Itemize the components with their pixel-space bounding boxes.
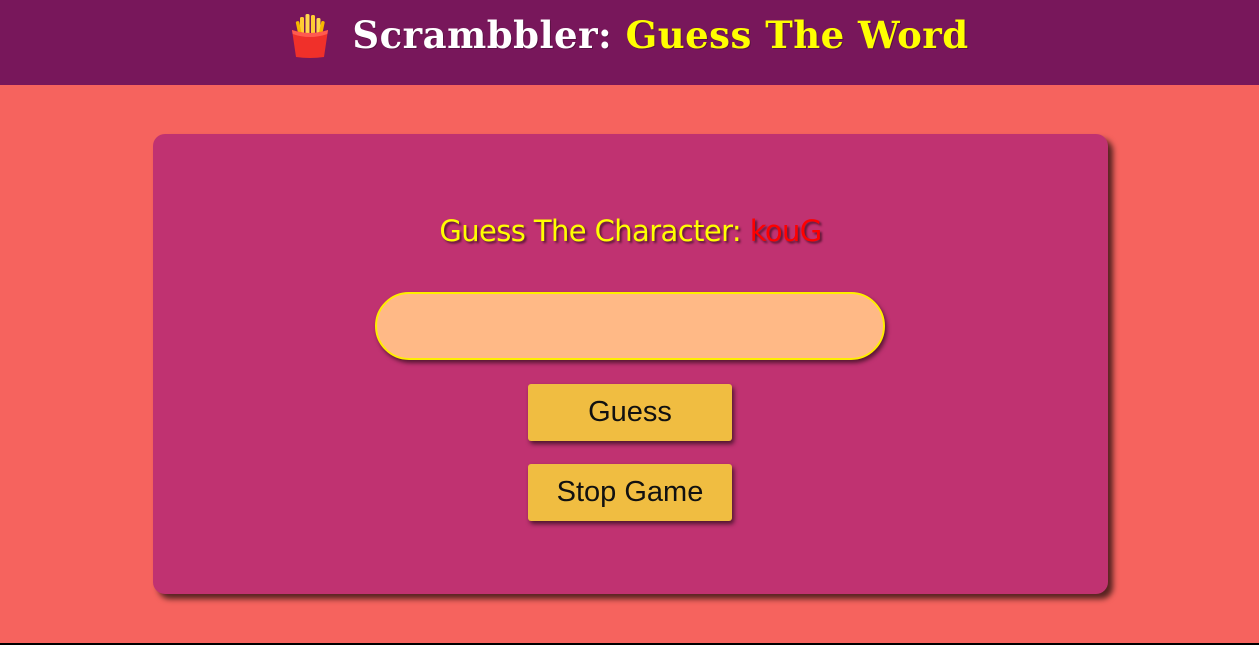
app-header: Scrambbler: Guess The Word (0, 0, 1259, 85)
french-fries-icon (292, 13, 329, 58)
stop-game-button[interactable]: Stop Game (528, 464, 732, 521)
scrambled-word: kouG (749, 214, 823, 248)
header-brand: Scrambbler: Guess The Word (290, 13, 968, 59)
game-card: Guess The Character: kouG Guess Stop Gam… (153, 134, 1108, 594)
prompt-label: Guess The Character: (439, 214, 742, 248)
guess-input[interactable] (375, 292, 885, 360)
app-title-prefix: Scrambbler: (352, 13, 613, 57)
guess-button[interactable]: Guess (528, 384, 732, 441)
guess-prompt: Guess The Character: kouG (153, 214, 1108, 248)
app-title-accent: Guess The Word (625, 13, 969, 57)
app-title: Scrambbler: Guess The Word (352, 17, 968, 54)
